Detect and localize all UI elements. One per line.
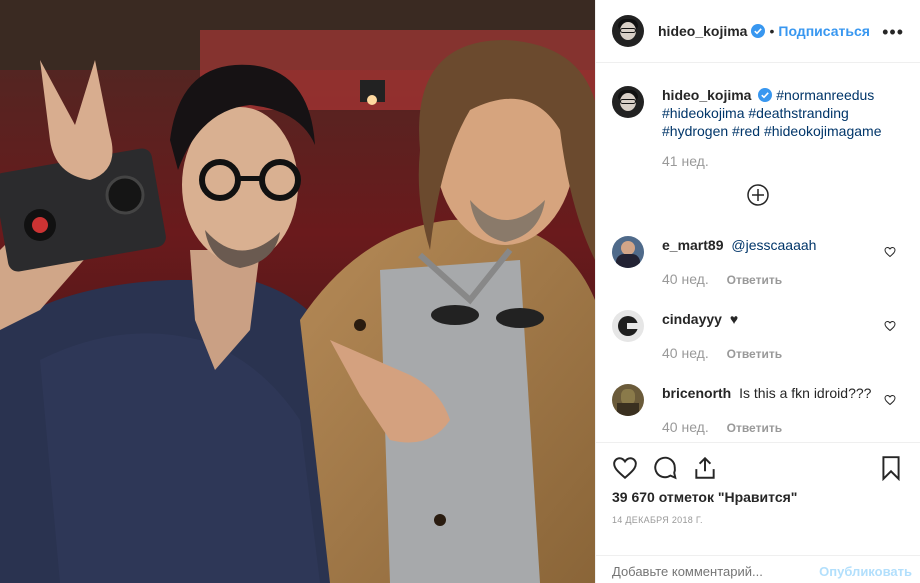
post-photo-illustration bbox=[0, 0, 595, 583]
like-comment-heart-icon[interactable] bbox=[884, 394, 896, 406]
author-username[interactable]: hideo_kojima bbox=[658, 23, 747, 39]
post-date[interactable]: 14 ДЕКАБРЯ 2018 Г. bbox=[612, 515, 703, 525]
add-comment-bar: Опубликовать bbox=[596, 555, 920, 583]
comment-text[interactable]: @jesscaaaah bbox=[731, 237, 816, 253]
comment-item: e_mart89 @jesscaaaah 40 нед. Ответить bbox=[612, 236, 904, 289]
caption: hideo_kojima #normanreedus #hideokojima … bbox=[612, 86, 904, 170]
comment-time[interactable]: 40 нед. bbox=[662, 345, 709, 361]
comment-avatar[interactable] bbox=[612, 384, 644, 416]
comment-avatar[interactable] bbox=[612, 310, 644, 342]
comment-username[interactable]: bricenorth bbox=[662, 385, 731, 401]
bookmark-icon[interactable] bbox=[878, 455, 904, 481]
reply-button[interactable]: Ответить bbox=[727, 273, 782, 287]
comment-text: ♥ bbox=[729, 311, 739, 327]
publish-button[interactable]: Опубликовать bbox=[819, 564, 912, 579]
post-details-panel: hideo_kojima • Подписаться ••• hideo_koj… bbox=[595, 0, 920, 583]
comment-icon[interactable] bbox=[652, 455, 678, 481]
post-header: hideo_kojima • Подписаться ••• bbox=[596, 0, 920, 63]
likes-count[interactable]: 39 670 отметок "Нравится" bbox=[612, 489, 797, 505]
verified-badge-icon bbox=[751, 24, 766, 38]
comments-list: hideo_kojima #normanreedus #hideokojima … bbox=[596, 64, 920, 442]
comment-item: bricenorth Is this a fkn idroid??? 40 не… bbox=[612, 384, 904, 437]
author-avatar[interactable] bbox=[612, 15, 644, 47]
add-comment-input[interactable] bbox=[612, 564, 792, 579]
comment-item: cindayyy ♥ 40 нед. Ответить bbox=[612, 310, 904, 363]
more-options-icon[interactable]: ••• bbox=[882, 22, 904, 43]
reply-button[interactable]: Ответить bbox=[727, 421, 782, 435]
comment-text: Is this a fkn idroid??? bbox=[739, 385, 872, 401]
action-icon-bar bbox=[612, 455, 904, 481]
caption-avatar[interactable] bbox=[612, 86, 644, 118]
heart-icon[interactable] bbox=[612, 455, 638, 481]
post-photo[interactable] bbox=[0, 0, 595, 583]
header-separator: • bbox=[769, 23, 775, 39]
comment-username[interactable]: e_mart89 bbox=[662, 237, 724, 253]
like-comment-heart-icon[interactable] bbox=[884, 246, 896, 258]
follow-button[interactable]: Подписаться bbox=[778, 23, 870, 39]
comment-time[interactable]: 40 нед. bbox=[662, 419, 709, 435]
reply-button[interactable]: Ответить bbox=[727, 347, 782, 361]
load-more-comments-icon[interactable] bbox=[747, 184, 769, 206]
caption-username[interactable]: hideo_kojima bbox=[662, 87, 751, 103]
post-actions: 39 670 отметок "Нравится" 14 ДЕКАБРЯ 201… bbox=[596, 442, 920, 583]
like-comment-heart-icon[interactable] bbox=[884, 320, 896, 332]
comment-time[interactable]: 40 нед. bbox=[662, 271, 709, 287]
share-icon[interactable] bbox=[692, 455, 718, 481]
comment-avatar[interactable] bbox=[612, 236, 644, 268]
verified-badge-icon bbox=[758, 88, 773, 102]
caption-time[interactable]: 41 нед. bbox=[662, 153, 709, 169]
comment-username[interactable]: cindayyy bbox=[662, 311, 722, 327]
